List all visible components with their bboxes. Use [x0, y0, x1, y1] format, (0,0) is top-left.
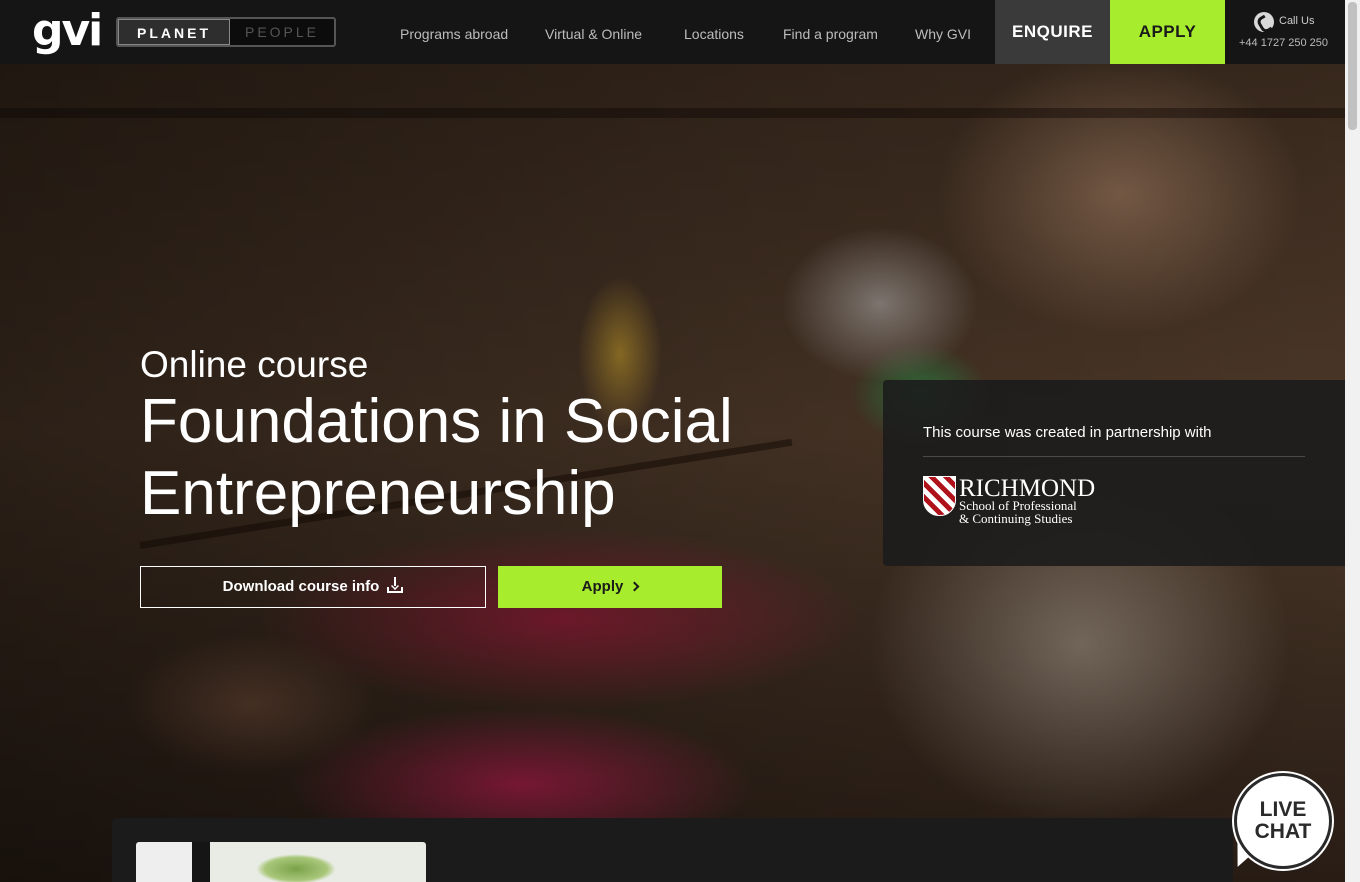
course-type-label: Online course: [140, 344, 369, 385]
nav-locations[interactable]: Locations: [684, 0, 744, 64]
page-scrollbar-track[interactable]: [1345, 0, 1360, 882]
partnership-divider: [923, 456, 1305, 457]
partnership-panel: This course was created in partnership w…: [883, 380, 1345, 566]
planet-people-toggle[interactable]: PLANET PEOPLE: [116, 17, 336, 47]
hero-apply-label: Apply: [581, 578, 624, 595]
toggle-people[interactable]: PEOPLE: [230, 19, 334, 45]
nav-why-gvi[interactable]: Why GVI: [915, 0, 971, 64]
header-apply-button[interactable]: APPLY: [1110, 0, 1225, 64]
nav-programs-abroad[interactable]: Programs abroad: [400, 0, 508, 64]
call-us-label: Call Us: [1279, 15, 1315, 27]
course-thumbnail-image[interactable]: [136, 842, 426, 882]
live-chat-button[interactable]: LIVE CHAT: [1225, 773, 1332, 873]
hero-section: Online course Foundations in Social Entr…: [0, 64, 1345, 882]
call-us-link[interactable]: Call Us +44 1727 250 250: [1225, 0, 1345, 64]
hero-apply-button[interactable]: Apply: [498, 566, 722, 608]
download-course-info-button[interactable]: Download course info: [140, 566, 486, 608]
chevron-right-icon: [629, 581, 640, 592]
richmond-logo: RICHMOND School of Professional & Contin…: [923, 476, 1123, 526]
phone-icon: [1254, 12, 1274, 32]
top-navigation-bar: gvi PLANET PEOPLE Programs abroad Virtua…: [0, 0, 1345, 64]
live-chat-line1: LIVE: [1259, 798, 1307, 821]
live-chat-line2: CHAT: [1254, 820, 1312, 843]
shield-icon: [923, 476, 956, 516]
page-scrollbar-thumb[interactable]: [1348, 2, 1357, 130]
nav-find-a-program[interactable]: Find a program: [783, 0, 878, 64]
toggle-planet[interactable]: PLANET: [118, 19, 230, 45]
course-title: Foundations in Social Entrepreneurship: [140, 387, 733, 528]
nav-virtual-online[interactable]: Virtual & Online: [545, 0, 642, 64]
enquire-button[interactable]: ENQUIRE: [995, 0, 1110, 64]
download-course-info-label: Download course info: [222, 578, 380, 595]
partnership-text: This course was created in partnership w…: [923, 424, 1212, 441]
gvi-logo[interactable]: gvi: [32, 6, 103, 56]
download-icon: [387, 577, 404, 593]
call-us-number: +44 1727 250 250: [1239, 37, 1329, 49]
